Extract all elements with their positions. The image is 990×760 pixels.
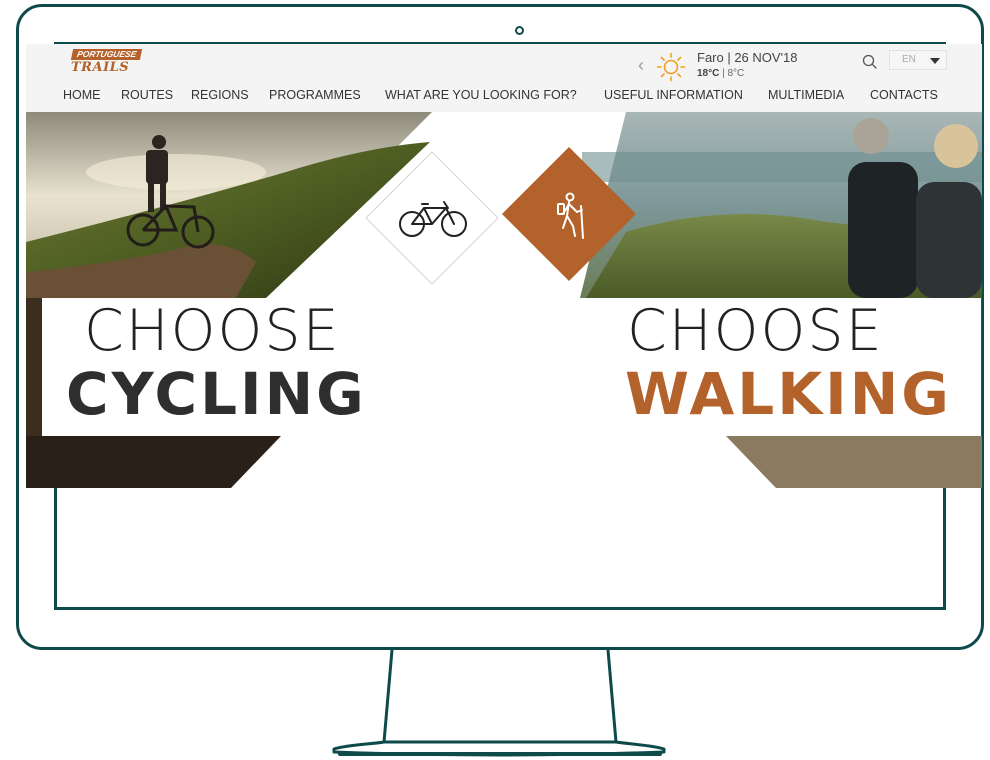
weather-temperatures: 18°C | 8°C xyxy=(697,68,744,79)
walking-choose-text: CHOOSE xyxy=(627,298,884,364)
nav-multimedia[interactable]: MULTIMEDIA xyxy=(768,88,844,102)
bicycle-icon xyxy=(399,201,467,237)
temp-low: 8°C xyxy=(727,68,745,79)
language-code: EN xyxy=(902,54,916,65)
portuguese-trails-logo[interactable]: PORTUGUESE TRAILS xyxy=(67,49,179,75)
weather-prev-arrow[interactable]: ‹ xyxy=(638,56,644,74)
search-icon[interactable] xyxy=(862,54,878,70)
nav-routes[interactable]: ROUTES xyxy=(121,88,173,102)
walking-activity-text: WALKING xyxy=(625,360,952,428)
walking-cta[interactable]: CHOOSE WALKING xyxy=(603,298,981,436)
temp-high: 18°C xyxy=(697,68,720,79)
hiker-icon xyxy=(557,192,584,239)
logo-top-text: PORTUGUESE xyxy=(70,49,143,60)
cycling-choose-text: CHOOSE xyxy=(84,298,341,364)
cycling-activity-text: CYCLING xyxy=(66,360,367,428)
hero-banner: CHOOSE CYCLING CHOOSE WALKING xyxy=(26,112,982,488)
nav-regions[interactable]: REGIONS xyxy=(191,88,249,102)
cycling-cta[interactable]: CHOOSE CYCLING xyxy=(42,298,379,436)
nav-useful-information[interactable]: USEFUL INFORMATION xyxy=(604,88,743,102)
nav-programmes[interactable]: PROGRAMMES xyxy=(269,88,361,102)
website-viewport: PORTUGUESE TRAILS ‹ Faro | 26 NOV'18 18°… xyxy=(26,44,982,488)
weather-location-date: Faro | 26 NOV'18 xyxy=(697,50,798,65)
chevron-down-icon xyxy=(930,58,940,64)
language-select[interactable]: EN xyxy=(889,50,947,70)
main-nav: HOME ROUTES REGIONS PROGRAMMES WHAT ARE … xyxy=(26,88,982,108)
temp-separator: | xyxy=(719,68,728,79)
site-header: PORTUGUESE TRAILS ‹ Faro | 26 NOV'18 18°… xyxy=(26,44,982,112)
logo-bottom-text: TRAILS xyxy=(71,60,130,75)
sun-icon xyxy=(656,52,686,82)
nav-looking-for[interactable]: WHAT ARE YOU LOOKING FOR? xyxy=(385,88,577,102)
nav-home[interactable]: HOME xyxy=(63,88,101,102)
nav-contacts[interactable]: CONTACTS xyxy=(870,88,938,102)
